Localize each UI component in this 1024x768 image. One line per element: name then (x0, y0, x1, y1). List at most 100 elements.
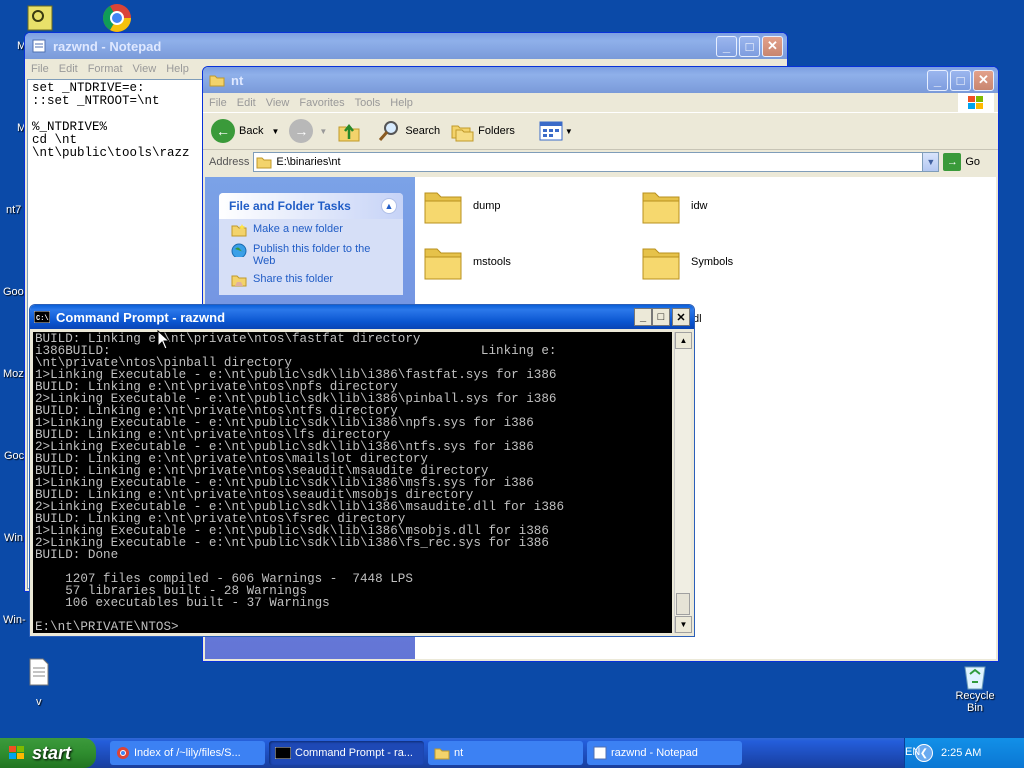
cmd-console[interactable]: BUILD: Linking e:\nt\private\ntos\fastfa… (33, 332, 672, 633)
task-label: Make a new folder (253, 223, 343, 235)
taskbar-item-notepad[interactable]: razwnd - Notepad (587, 741, 742, 765)
task-make-new-folder[interactable]: Make a new folder (219, 219, 403, 239)
folder-label: idw (691, 200, 708, 212)
task-share-folder[interactable]: Share this folder (219, 269, 403, 295)
cmd-output: BUILD: Linking e:\nt\private\ntos\fastfa… (35, 332, 565, 633)
menu-view[interactable]: View (131, 63, 165, 75)
back-label: Back (239, 125, 264, 137)
maximize-button[interactable]: □ (739, 35, 760, 57)
desktop-label-4[interactable]: Moz (3, 368, 24, 380)
desktop-label-7[interactable]: Win- (3, 614, 26, 626)
desktop-icon-1[interactable] (26, 4, 54, 32)
system-tray: ❮ 2:25 AM (904, 738, 1024, 768)
menu-help[interactable]: Help (388, 97, 421, 109)
desktop-label-6[interactable]: Win (4, 532, 23, 544)
notepad-file-desktop-icon[interactable] (28, 658, 50, 686)
go-button[interactable]: → Go (943, 153, 980, 171)
taskbar-item-label: nt (454, 747, 464, 759)
collapse-chevron-icon[interactable]: ▲ (381, 198, 397, 214)
explorer-title: nt (231, 72, 244, 88)
address-input[interactable]: E:\binaries\nt ▼ (253, 152, 940, 172)
minimize-button[interactable]: _ (927, 69, 948, 91)
folder-icon (434, 748, 450, 760)
menu-format[interactable]: Format (86, 63, 131, 75)
close-button[interactable]: ✕ (973, 69, 994, 91)
svg-text:C:\: C:\ (36, 315, 49, 323)
folders-button[interactable]: Folders (450, 120, 515, 142)
menu-edit[interactable]: Edit (235, 97, 264, 109)
scroll-thumb[interactable] (676, 593, 690, 615)
menu-file[interactable]: File (29, 63, 57, 75)
views-icon (539, 121, 563, 141)
close-button[interactable]: ✕ (672, 308, 690, 326)
desktop-label-5[interactable]: Goc (4, 450, 24, 462)
explorer-toolbar: ← Back ▼ → ▼ Search Folders ▼ (203, 112, 998, 150)
windows-logo-icon (958, 93, 994, 112)
text-file-icon (29, 658, 49, 686)
minimize-button[interactable]: _ (634, 308, 652, 326)
close-button[interactable]: ✕ (762, 35, 783, 57)
explorer-menubar: File Edit View Favorites Tools Help (203, 93, 998, 112)
explorer-titlebar[interactable]: nt _ □ ✕ (203, 67, 998, 93)
folder-up-icon (338, 123, 360, 142)
menu-favorites[interactable]: Favorites (297, 97, 352, 109)
folder-item-mstools[interactable]: mstools (423, 243, 511, 281)
cmd-icon (275, 747, 291, 759)
address-dropdown-button[interactable]: ▼ (922, 153, 939, 171)
views-button[interactable]: ▼ (539, 121, 573, 141)
scroll-down-button[interactable]: ▼ (675, 616, 692, 633)
chrome-desktop-icon[interactable] (101, 2, 133, 34)
command-prompt-window[interactable]: C:\ Command Prompt - razwnd _ □ ✕ BUILD:… (29, 304, 695, 637)
cmd-scrollbar[interactable]: ▲ ▼ (674, 332, 692, 633)
folder-icon (642, 192, 680, 224)
windows-flag-icon (9, 746, 24, 759)
cmd-titlebar[interactable]: C:\ Command Prompt - razwnd _ □ ✕ (30, 305, 694, 329)
search-icon (379, 121, 399, 141)
desktop-label-2[interactable]: nt7 (6, 204, 21, 216)
menu-help[interactable]: Help (164, 63, 197, 75)
scroll-up-button[interactable]: ▲ (675, 332, 692, 349)
folder-icon (424, 192, 462, 224)
menu-view[interactable]: View (264, 97, 298, 109)
task-panel-header[interactable]: File and Folder Tasks ▲ (219, 193, 403, 219)
back-button[interactable]: ← Back ▼ (211, 119, 279, 143)
taskbar-item-explorer[interactable]: nt (428, 741, 583, 765)
taskbar-item-label: razwnd - Notepad (611, 747, 698, 759)
taskbar-item-chrome[interactable]: Index of /~lily/files/S... (110, 741, 265, 765)
notepad-icon (593, 746, 607, 760)
go-label: Go (965, 156, 981, 168)
taskbar-item-cmd[interactable]: Command Prompt - ra... (269, 741, 424, 765)
up-button[interactable] (337, 119, 361, 143)
folder-item-symbols[interactable]: Symbols (641, 243, 733, 281)
recycle-bin[interactable]: Recycle Bin (946, 662, 1004, 714)
maximize-button[interactable]: □ (652, 308, 670, 326)
task-label: Publish this folder to the Web (253, 243, 371, 267)
notepad-titlebar[interactable]: razwnd - Notepad _ □ ✕ (25, 33, 787, 59)
desktop-label-3[interactable]: Goo (3, 286, 24, 298)
folder-label: Symbols (691, 256, 734, 268)
maximize-button[interactable]: □ (950, 69, 971, 91)
forward-button[interactable]: → ▼ (289, 119, 327, 143)
chevron-down-icon: ▼ (564, 126, 573, 136)
recycle-bin-icon (964, 666, 986, 690)
folder-label: mstools (473, 256, 511, 268)
file-folder-tasks-panel: File and Folder Tasks ▲ Make a new folde… (219, 193, 403, 295)
menu-edit[interactable]: Edit (57, 63, 86, 75)
task-publish-web[interactable]: Publish this folder to the Web (219, 239, 403, 269)
start-button[interactable]: start (0, 738, 96, 768)
folder-item-dump[interactable]: dump (423, 187, 501, 225)
folder-icon (424, 248, 462, 280)
address-bar: Address E:\binaries\nt ▼ → Go (203, 150, 998, 174)
minimize-button[interactable]: _ (716, 35, 737, 57)
desktop-label-8[interactable]: v (36, 696, 42, 708)
go-arrow-icon: → (943, 153, 962, 171)
search-button[interactable]: Search (377, 119, 440, 143)
clock[interactable]: 2:25 AM (941, 747, 981, 759)
address-value: E:\binaries\nt (276, 156, 341, 168)
folder-item-idw[interactable]: idw (641, 187, 708, 225)
start-label: start (32, 742, 72, 763)
menu-file[interactable]: File (207, 97, 235, 109)
taskbar-item-label: Index of /~lily/files/S... (134, 747, 241, 759)
menu-tools[interactable]: Tools (353, 97, 389, 109)
language-indicator[interactable]: EN (905, 746, 920, 758)
